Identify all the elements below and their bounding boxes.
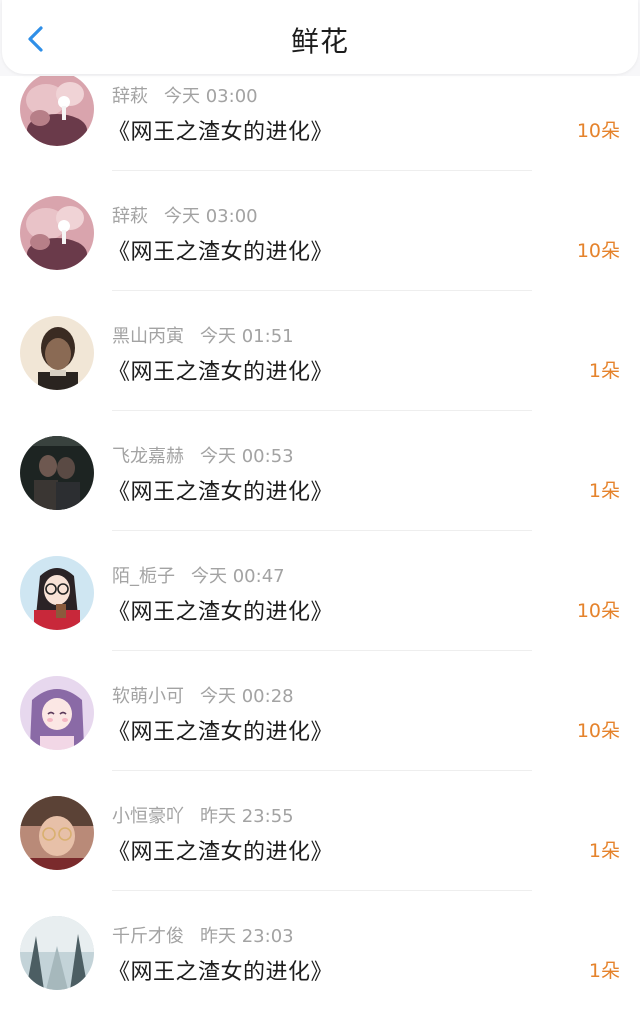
row-divider — [112, 770, 532, 771]
gift-time: 昨天 23:55 — [200, 806, 294, 827]
flower-count: 1朵 — [588, 840, 620, 862]
list-item[interactable]: 辞萩 今天 03:00 《网王之渣女的进化》 10朵 — [0, 194, 640, 314]
row-divider — [112, 650, 532, 651]
gift-time: 今天 03:00 — [164, 206, 258, 227]
gift-time: 今天 00:53 — [200, 446, 294, 467]
user-name[interactable]: 辞萩 — [112, 86, 148, 107]
row-divider — [112, 170, 532, 171]
user-avatar[interactable] — [20, 916, 94, 990]
gift-time: 今天 03:00 — [164, 86, 258, 107]
user-avatar[interactable] — [20, 556, 94, 630]
flower-count: 10朵 — [576, 600, 620, 622]
list-item[interactable]: 黑山丙寅 今天 01:51 《网王之渣女的进化》 1朵 — [0, 314, 640, 434]
gift-time: 今天 01:51 — [200, 326, 294, 347]
list-item[interactable]: 辞萩 今天 03:00 《网王之渣女的进化》 10朵 — [0, 76, 640, 194]
list-item[interactable]: 陌_栀子 今天 00:47 《网王之渣女的进化》 10朵 — [0, 554, 640, 674]
gift-time: 昨天 23:03 — [200, 926, 294, 947]
book-title[interactable]: 《网王之渣女的进化》 — [108, 594, 333, 626]
user-avatar[interactable] — [20, 676, 94, 750]
user-avatar[interactable] — [20, 436, 94, 510]
flower-count: 1朵 — [588, 960, 620, 982]
list-item[interactable]: 软萌小可 今天 00:28 《网王之渣女的进化》 10朵 — [0, 674, 640, 794]
user-name[interactable]: 陌_栀子 — [112, 566, 175, 587]
gift-time: 今天 00:28 — [200, 686, 294, 707]
flower-count: 10朵 — [576, 720, 620, 742]
book-title[interactable]: 《网王之渣女的进化》 — [108, 834, 333, 866]
user-name[interactable]: 黑山丙寅 — [112, 326, 184, 347]
flower-count: 1朵 — [588, 360, 620, 382]
user-avatar[interactable] — [20, 316, 94, 390]
page-title: 鲜花 — [290, 25, 349, 58]
user-avatar[interactable] — [20, 76, 94, 146]
flower-gift-list: 辞萩 今天 03:00 《网王之渣女的进化》 10朵 辞萩 今天 03:00 《网王… — [0, 76, 640, 1010]
user-name[interactable]: 小恒豪吖 — [112, 806, 184, 827]
top-bar: 鲜花 — [2, 0, 638, 74]
book-title[interactable]: 《网王之渣女的进化》 — [108, 114, 333, 146]
book-title[interactable]: 《网王之渣女的进化》 — [108, 714, 333, 746]
row-divider — [112, 410, 532, 411]
user-name[interactable]: 软萌小可 — [112, 686, 184, 707]
gift-time: 今天 00:47 — [191, 566, 285, 587]
book-title[interactable]: 《网王之渣女的进化》 — [108, 954, 333, 986]
user-name[interactable]: 飞龙嘉赫 — [112, 446, 184, 467]
user-avatar[interactable] — [20, 196, 94, 270]
flower-count: 1朵 — [588, 480, 620, 502]
user-name[interactable]: 千斤才俊 — [112, 926, 184, 947]
book-title[interactable]: 《网王之渣女的进化》 — [108, 474, 333, 506]
flower-count: 10朵 — [576, 120, 620, 142]
book-title[interactable]: 《网王之渣女的进化》 — [108, 354, 333, 386]
book-title[interactable]: 《网王之渣女的进化》 — [108, 234, 333, 266]
row-divider — [112, 890, 532, 891]
user-avatar[interactable] — [20, 796, 94, 870]
list-item[interactable]: 飞龙嘉赫 今天 00:53 《网王之渣女的进化》 1朵 — [0, 434, 640, 554]
row-divider — [112, 530, 532, 531]
list-item[interactable]: 千斤才俊 昨天 23:03 《网王之渣女的进化》 1朵 — [0, 914, 640, 1010]
user-name[interactable]: 辞萩 — [112, 206, 148, 227]
row-divider — [112, 290, 532, 291]
flower-count: 10朵 — [576, 240, 620, 262]
list-item[interactable]: 小恒豪吖 昨天 23:55 《网王之渣女的进化》 1朵 — [0, 794, 640, 914]
